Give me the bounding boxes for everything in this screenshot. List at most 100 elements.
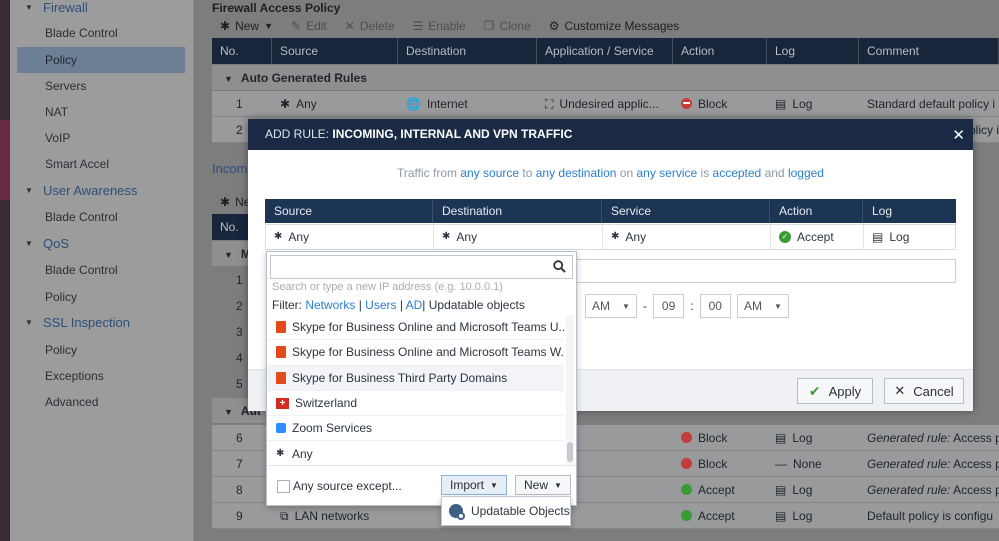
sidebar-item-label: User Awareness (43, 183, 138, 198)
search-icon[interactable] (553, 260, 566, 273)
import-menu-updatable-objects[interactable]: Updatable Objects (441, 496, 571, 526)
sidebar-item-label: QoS (43, 236, 70, 251)
caret-down-icon: ▼ (773, 301, 782, 311)
accepted-link[interactable]: accepted (713, 166, 762, 180)
sidebar-item[interactable]: Exceptions (17, 363, 185, 389)
log-icon: ▤ (775, 482, 787, 497)
incoming-section-title[interactable]: Incomi (212, 161, 250, 176)
customize-messages-button[interactable]: ⚙ Customize Messages (549, 19, 679, 33)
rule-action-cell[interactable]: ✓ Accept (771, 225, 864, 249)
sidebar-section[interactable]: ▼ Firewall (17, 0, 185, 21)
sidebar-item[interactable]: Policy (17, 337, 185, 363)
sidebar-section[interactable]: ▼ QoS (17, 231, 185, 257)
sidebar-item[interactable]: Advanced (17, 389, 185, 415)
rule-destination-cell[interactable]: ✱ Any (434, 225, 603, 249)
row-comment: Generated rule: Access po (859, 477, 999, 502)
asterisk-icon: ✱ (611, 231, 620, 242)
list-item[interactable]: ✱ Any (267, 441, 564, 465)
sidebar-section[interactable]: ▼ User Awareness (17, 178, 185, 204)
sidebar-item[interactable]: Policy (17, 284, 185, 310)
sidebar-item[interactable]: Blade Control (17, 204, 185, 230)
col-no[interactable]: No. (212, 38, 272, 64)
asterisk-icon: ✱ (280, 96, 291, 111)
enable-button[interactable]: ☰ Enable (413, 19, 466, 33)
list-icon: ☰ (412, 19, 424, 33)
row-no: 7 (236, 457, 243, 471)
incoming-new-button[interactable]: ✱ Ne (220, 195, 250, 209)
scrollbar-thumb[interactable] (567, 442, 573, 462)
new-object-button[interactable]: New ▼ (515, 475, 571, 495)
any-source-except-checkbox[interactable] (277, 480, 290, 493)
clone-button[interactable]: ❐ Clone (484, 19, 531, 33)
zoom-icon (276, 423, 286, 434)
sidebar-item[interactable]: NAT (17, 99, 185, 125)
sidebar-item-label: Smart Accel (45, 157, 110, 171)
row-comment-text: Default policy is configu (867, 509, 994, 523)
col-service[interactable]: Application / Service (537, 38, 673, 64)
object-list: Skype for Business Online and Microsoft … (267, 315, 564, 465)
end-ampm-select[interactable]: AM ▼ (736, 294, 789, 318)
accept-icon (681, 484, 692, 495)
col-action[interactable]: Action (673, 38, 767, 64)
row-source: Any (296, 96, 317, 111)
search-input[interactable] (270, 255, 573, 279)
dialog-title-bold: INCOMING, INTERNAL AND VPN TRAFFIC (332, 127, 573, 141)
sidebar-item[interactable]: VoIP (17, 125, 185, 151)
sidebar-item[interactable]: Smart Accel (17, 151, 185, 177)
filter-ad-link[interactable]: AD (406, 298, 423, 312)
table-row[interactable]: 9⧉LAN networksnyAccept▤LogDefault policy… (212, 503, 999, 529)
rule-col-log: Log (872, 204, 893, 218)
cancel-button[interactable]: ✕ Cancel (884, 378, 964, 404)
any-destination-link[interactable]: any destination (536, 166, 617, 180)
rule-source-value: Any (288, 230, 310, 244)
rule-service-cell[interactable]: ✱ Any (603, 225, 771, 249)
table-row[interactable]: 1 ✱ Any 🌐 Internet ⛶ Undesired applic... Bl… (212, 91, 999, 117)
incoming-toolbar: ✱ Ne (220, 193, 250, 211)
end-minute-input[interactable]: 00 (699, 294, 731, 318)
filter-bar: Filter: Networks | Users | AD| Updatable… (272, 298, 525, 312)
start-ampm-select[interactable]: AM ▼ (585, 294, 637, 318)
filter-users-link[interactable]: Users (365, 298, 396, 312)
filter-updatable-objects[interactable]: Updatable objects (429, 298, 525, 312)
row-comment-text: Access po (953, 431, 999, 445)
sidebar-item[interactable]: Servers (17, 73, 185, 99)
apply-button[interactable]: ✔ Apply (797, 378, 873, 404)
col-destination[interactable]: Destination (398, 38, 537, 64)
office-icon (276, 371, 286, 384)
close-icon[interactable]: ✕ (952, 126, 965, 144)
list-item[interactable]: Skype for Business Third Party Domains (267, 365, 564, 391)
sidebar-item[interactable]: Blade Control (17, 20, 185, 46)
list-item[interactable]: Skype for Business Online and Microsoft … (267, 340, 564, 366)
sentence-text: to (519, 166, 536, 180)
list-item[interactable]: Zoom Services (267, 416, 564, 442)
list-item[interactable]: Skype for Business Online and Microsoft … (267, 315, 564, 341)
page-title: Firewall Access Policy (212, 1, 341, 15)
col-comment[interactable]: Comment (859, 38, 999, 64)
list-item[interactable]: + Switzerland (267, 391, 564, 417)
any-service-link[interactable]: any service (636, 166, 697, 180)
log-icon: ▤ (872, 230, 884, 244)
sidebar-section[interactable]: ▼ SSL Inspection (17, 310, 185, 336)
col-source[interactable]: Source (272, 38, 398, 64)
import-button[interactable]: Import ▼ (441, 475, 507, 495)
edit-button[interactable]: ✎ Edit (291, 19, 327, 33)
sidebar-item[interactable]: Blade Control (17, 257, 185, 283)
any-source-except-label[interactable]: Any source except... (293, 479, 402, 493)
comment-input[interactable] (568, 259, 956, 283)
policy-toolbar: ✱ New ▼ ✎ Edit ✕ Delete ☰ Enable ❐ Clone ⚙ Cu… (220, 17, 679, 35)
list-item-label: Skype for Business Online and Microsoft … (292, 320, 564, 335)
sentence-text: Traffic from (397, 166, 461, 180)
sidebar-item-label: Policy (45, 290, 78, 304)
rule-log-cell[interactable]: ▤ Log (864, 225, 955, 249)
rule-source-cell[interactable]: ✱ Any (266, 225, 434, 249)
sidebar-item[interactable]: Policy (17, 47, 185, 73)
group-auto-generated[interactable]: ▼ Auto Generated Rules (212, 65, 999, 91)
filter-networks-link[interactable]: Networks (305, 298, 355, 312)
logged-link[interactable]: logged (788, 166, 824, 180)
col-log[interactable]: Log (767, 38, 859, 64)
new-button[interactable]: ✱ New ▼ (220, 19, 273, 33)
delete-button[interactable]: ✕ Delete (345, 19, 395, 33)
end-hour-input[interactable]: 09 (652, 294, 685, 318)
any-source-link[interactable]: any source (460, 166, 519, 180)
row-comment-em: Generated rule: (867, 457, 951, 471)
